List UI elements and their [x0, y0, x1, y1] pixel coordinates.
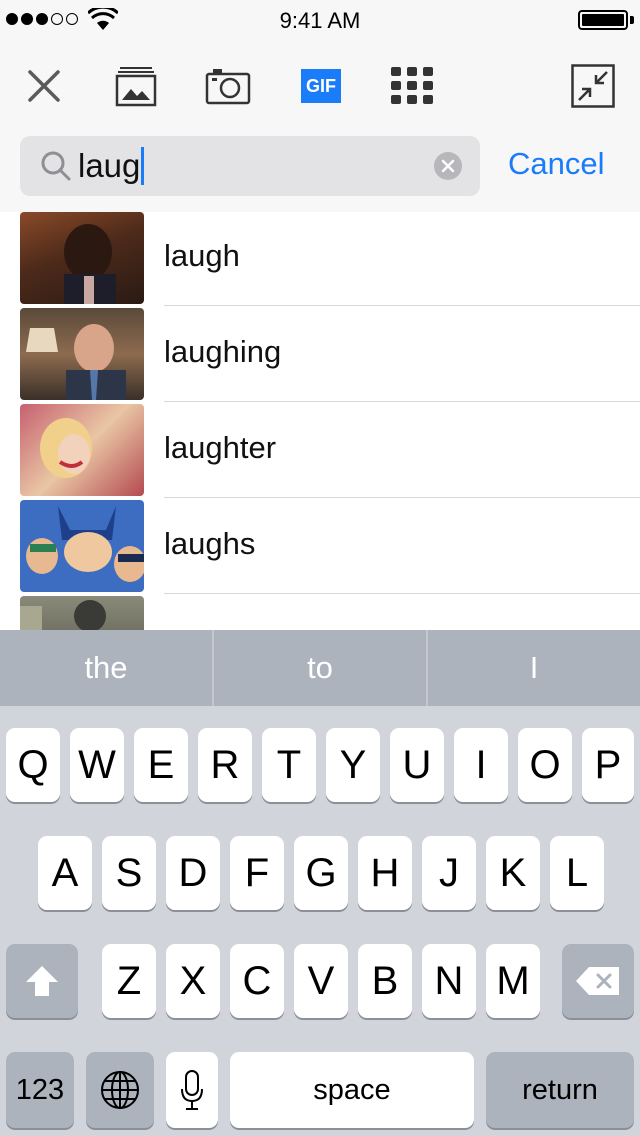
key-r[interactable]: R [198, 728, 252, 802]
gif-thumbnail [20, 500, 144, 592]
key-b[interactable]: B [358, 944, 412, 1018]
key-p[interactable]: P [582, 728, 634, 802]
key-c[interactable]: C [230, 944, 284, 1018]
image-icon [115, 67, 157, 107]
shift-key[interactable] [6, 944, 78, 1018]
status-time: 9:41 AM [279, 8, 361, 33]
key-k[interactable]: K [486, 836, 540, 910]
globe-key[interactable] [86, 1052, 154, 1128]
suggestion-1[interactable]: the [0, 630, 214, 706]
predictive-bar: the to I [0, 630, 640, 706]
clear-icon [441, 159, 455, 173]
delete-key[interactable] [562, 944, 634, 1018]
list-item[interactable]: laughs [0, 500, 640, 596]
result-label: laugh [164, 238, 240, 273]
key-q[interactable]: Q [6, 728, 60, 802]
grid-icon [391, 67, 433, 104]
key-u[interactable]: U [390, 728, 444, 802]
search-input[interactable]: laug [20, 136, 480, 196]
cancel-button[interactable]: Cancel [508, 146, 605, 182]
list-item[interactable]: laugh [0, 212, 640, 308]
camera-icon [205, 69, 251, 105]
key-v[interactable]: V [294, 944, 348, 1018]
close-icon [28, 70, 60, 102]
list-item[interactable] [0, 596, 640, 630]
camera-button[interactable] [204, 56, 252, 116]
close-button[interactable] [20, 56, 68, 116]
key-x[interactable]: X [166, 944, 220, 1018]
return-key[interactable]: return [486, 1052, 634, 1128]
gif-label: GIF [306, 75, 336, 96]
key-l[interactable]: L [550, 836, 604, 910]
globe-icon [101, 1071, 139, 1109]
gif-button[interactable]: GIF [300, 56, 342, 116]
key-d[interactable]: D [166, 836, 220, 910]
search-icon [41, 151, 71, 181]
numbers-key[interactable]: 123 [6, 1052, 74, 1128]
keyboard: the to I Q W E R T Y U I O P A S D F G H… [0, 630, 640, 1136]
clear-search-button[interactable] [434, 152, 462, 180]
key-z[interactable]: Z [102, 944, 156, 1018]
suggestion-3[interactable]: I [428, 630, 640, 706]
key-g[interactable]: G [294, 836, 348, 910]
backspace-icon [576, 967, 619, 995]
result-label: laughs [164, 526, 256, 561]
result-label: laughing [164, 334, 282, 369]
gif-icon: GIF [301, 69, 341, 103]
key-s[interactable]: S [102, 836, 156, 910]
gif-thumbnail [20, 308, 144, 400]
suggestion-2[interactable]: to [214, 630, 428, 706]
results-list: laugh laughing laughter laughs [0, 212, 640, 630]
status-bar: 9:41 AM [0, 0, 640, 40]
key-o[interactable]: O [518, 728, 572, 802]
key-a[interactable]: A [38, 836, 92, 910]
key-n[interactable]: N [422, 944, 476, 1018]
space-key[interactable]: space [230, 1052, 474, 1128]
list-item[interactable]: laughing [0, 308, 640, 404]
shift-icon [26, 966, 58, 996]
search-query: laug [78, 147, 141, 184]
key-t[interactable]: T [262, 728, 316, 802]
battery-icon [578, 10, 628, 30]
key-y[interactable]: Y [326, 728, 380, 802]
gif-thumbnail [20, 404, 144, 496]
gif-thumbnail [20, 212, 144, 304]
gif-thumbnail [20, 596, 144, 630]
media-toolbar: GIF [0, 56, 640, 116]
grid-button[interactable] [390, 56, 434, 116]
key-h[interactable]: H [358, 836, 412, 910]
microphone-icon [181, 1070, 203, 1110]
dictation-key[interactable] [166, 1052, 218, 1128]
key-m[interactable]: M [486, 944, 540, 1018]
collapse-button[interactable] [570, 56, 616, 116]
key-w[interactable]: W [70, 728, 124, 802]
result-label: laughter [164, 430, 277, 465]
key-f[interactable]: F [230, 836, 284, 910]
list-item[interactable]: laughter [0, 404, 640, 500]
photo-library-button[interactable] [112, 56, 160, 116]
collapse-icon [571, 64, 615, 108]
key-i[interactable]: I [454, 728, 508, 802]
key-j[interactable]: J [422, 836, 476, 910]
key-e[interactable]: E [134, 728, 188, 802]
text-cursor [141, 147, 145, 185]
